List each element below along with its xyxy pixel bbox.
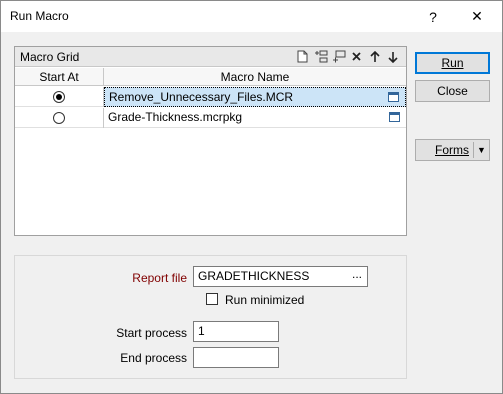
- macro-name-cell[interactable]: Grade-Thickness.mcrpkg: [104, 108, 406, 128]
- grid-tools: [295, 49, 400, 64]
- delete-icon[interactable]: [349, 49, 364, 64]
- column-headers: Start At Macro Name: [15, 68, 406, 86]
- window-icon[interactable]: [388, 92, 399, 102]
- column-header-start-at[interactable]: Start At: [15, 68, 104, 86]
- title-bar: Run Macro ? ✕: [1, 1, 502, 32]
- close-window-button[interactable]: ✕: [455, 1, 499, 32]
- new-icon[interactable]: [295, 49, 310, 64]
- table-row[interactable]: Remove_Unnecessary_Files.MCR: [15, 87, 406, 107]
- move-down-icon[interactable]: [385, 49, 400, 64]
- move-up-icon[interactable]: [367, 49, 382, 64]
- macro-grid: Macro Grid Start At Macro Name Remove_Un…: [14, 46, 407, 236]
- insert-row-icon[interactable]: [313, 49, 328, 64]
- column-header-macro-name[interactable]: Macro Name: [104, 68, 406, 86]
- macro-name-text: Remove_Unnecessary_Files.MCR: [109, 90, 294, 104]
- append-row-icon[interactable]: [331, 49, 346, 64]
- radio-dot: [56, 94, 62, 100]
- run-macro-dialog: Run Macro ? ✕ Macro Grid Start At Macro …: [0, 0, 503, 394]
- end-process-input[interactable]: [193, 347, 279, 368]
- grid-title: Macro Grid: [20, 50, 80, 64]
- close-button[interactable]: Close: [415, 80, 490, 102]
- report-file-input[interactable]: GRADETHICKNESS ...: [193, 266, 368, 287]
- macro-name-text: Grade-Thickness.mcrpkg: [108, 110, 243, 124]
- browse-button[interactable]: ...: [352, 265, 362, 284]
- start-at-radio[interactable]: [53, 112, 65, 124]
- window-icon[interactable]: [389, 112, 400, 122]
- start-process-label: Start process: [116, 326, 187, 340]
- forms-button[interactable]: Forms ▼: [415, 139, 490, 161]
- start-at-cell: [15, 87, 104, 107]
- help-button[interactable]: ?: [411, 1, 455, 32]
- start-process-input[interactable]: 1: [193, 321, 279, 342]
- end-process-label: End process: [120, 351, 187, 365]
- forms-button-label: Forms: [435, 140, 469, 160]
- start-at-radio[interactable]: [53, 91, 65, 103]
- forms-separator: [473, 142, 474, 158]
- run-options-panel: Report file GRADETHICKNESS ... Run minim…: [14, 255, 407, 379]
- run-button[interactable]: Run: [415, 52, 490, 74]
- run-minimized-label-text: Run minimized: [225, 293, 305, 307]
- grid-toolbar: Macro Grid: [15, 47, 406, 67]
- chevron-down-icon[interactable]: ▼: [477, 140, 486, 160]
- report-file-label: Report file: [132, 271, 187, 285]
- window-title: Run Macro: [10, 9, 69, 23]
- macro-name-cell[interactable]: Remove_Unnecessary_Files.MCR: [104, 87, 406, 107]
- run-minimized-checkbox[interactable]: [206, 293, 218, 305]
- report-file-value: GRADETHICKNESS: [198, 269, 310, 283]
- run-button-label: Run: [441, 56, 464, 70]
- start-at-cell: [15, 108, 104, 128]
- forms-label-text: Forms: [435, 143, 469, 157]
- table-row[interactable]: Grade-Thickness.mcrpkg: [15, 108, 406, 128]
